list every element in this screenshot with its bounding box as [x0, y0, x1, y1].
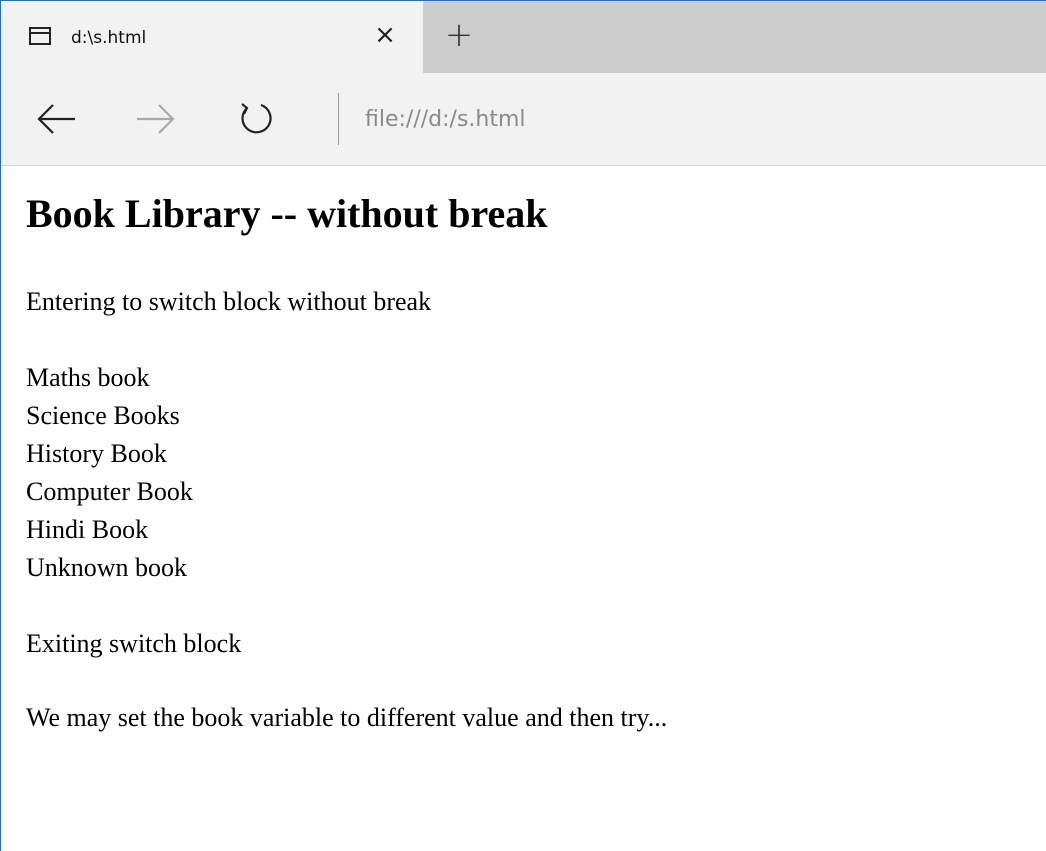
page-content: Book Library -- without break Entering t… [26, 166, 1046, 851]
arrow-left-icon [37, 104, 75, 134]
new-tab-button[interactable]: + [442, 18, 476, 53]
page-title: Book Library -- without break [26, 191, 548, 236]
navigation-bar: file:///d:/s.html [1, 73, 1046, 166]
close-icon[interactable]: × [373, 22, 397, 48]
address-divider [338, 93, 339, 145]
list-item: History Book [26, 439, 167, 468]
list-item: Science Books [26, 401, 180, 430]
forward-button[interactable] [133, 99, 179, 139]
refresh-icon [241, 103, 272, 134]
book-list: Maths book Science Books History Book Co… [26, 359, 193, 587]
refresh-button[interactable] [233, 99, 279, 139]
exiting-text: Exiting switch block [26, 629, 242, 658]
tab-strip: d:\s.html × + [1, 1, 1046, 73]
arrow-right-icon [137, 104, 175, 134]
tab-page-icon [29, 27, 51, 45]
entering-text: Entering to switch block without break [26, 287, 432, 316]
note-text: We may set the book variable to differen… [26, 703, 668, 732]
back-button[interactable] [33, 99, 79, 139]
list-item: Computer Book [26, 477, 193, 506]
address-bar[interactable]: file:///d:/s.html [365, 107, 526, 133]
tab-title: d:\s.html [71, 28, 147, 48]
browser-window: d:\s.html × + file:///d:/s.html Book Lib… [0, 0, 1046, 851]
list-item: Maths book [26, 363, 150, 392]
list-item: Hindi Book [26, 515, 149, 544]
list-item: Unknown book [26, 553, 188, 582]
tab-active[interactable]: d:\s.html × [1, 1, 423, 73]
